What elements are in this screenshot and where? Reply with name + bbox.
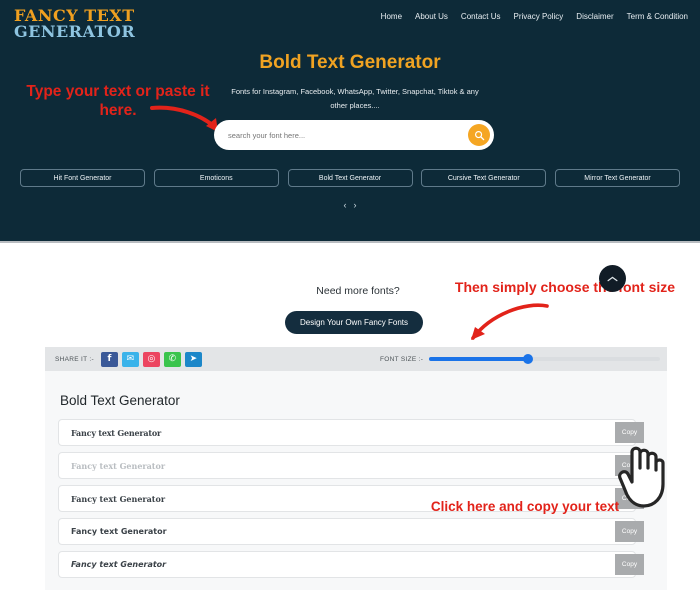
search-input[interactable] xyxy=(228,130,468,140)
page-title: Bold Text Generator xyxy=(259,52,441,73)
category-emoticons[interactable]: Emoticons xyxy=(153,169,279,187)
copy-button[interactable]: Copy xyxy=(615,422,644,443)
annotation-arrow-right xyxy=(471,303,549,340)
font-search-bar[interactable] xyxy=(214,120,494,150)
category-bold-text-generator[interactable]: Bold Text Generator xyxy=(287,169,413,187)
nav-item-about-us[interactable]: About Us xyxy=(415,12,448,21)
twitter-icon[interactable]: ✉ xyxy=(121,351,139,367)
font-result-row: Fancy text Generator Copy xyxy=(58,452,654,479)
copy-button[interactable]: Copy xyxy=(615,521,644,542)
font-size-control: FONT SIZE :- xyxy=(380,354,660,364)
category-button-row: Hit Font Generator Emoticons Bold Text G… xyxy=(20,169,680,187)
nav-item-privacy-policy[interactable]: Privacy Policy xyxy=(514,12,564,21)
category-hit-font-generator[interactable]: Hit Font Generator xyxy=(20,169,145,187)
search-button[interactable] xyxy=(468,124,490,146)
share-icon-group: f ✉ ◎ ✆ ➤ xyxy=(100,351,202,367)
font-size-slider[interactable] xyxy=(429,354,660,364)
main-navigation: Home About Us Contact Us Privacy Policy … xyxy=(381,12,688,21)
slider-thumb[interactable] xyxy=(523,354,534,364)
search-icon xyxy=(474,130,484,140)
share-label: SHARE IT :- xyxy=(55,355,94,363)
results-title: Bold Text Generator xyxy=(60,393,180,408)
design-own-fonts-button[interactable]: Design Your Own Fancy Fonts xyxy=(285,311,423,334)
logo-line-2: GENERATOR xyxy=(14,22,136,42)
font-result-row: Fancy text Generator Copy xyxy=(58,551,654,578)
slider-fill xyxy=(429,357,529,361)
copy-button[interactable]: Copy xyxy=(615,455,644,476)
category-cursive-text-generator[interactable]: Cursive Text Generator xyxy=(421,169,547,187)
hero-subtitle: Fonts for Instagram, Facebook, WhatsApp,… xyxy=(231,87,479,111)
chevron-up-icon xyxy=(607,276,618,281)
whatsapp-icon[interactable]: ✆ xyxy=(163,351,181,367)
nav-item-home[interactable]: Home xyxy=(381,12,402,21)
need-more-fonts-label: Need more fonts? xyxy=(316,285,400,297)
font-preview-text[interactable]: Fancy text Generator xyxy=(58,452,636,479)
site-logo[interactable]: FANCY TEXT GENERATOR xyxy=(14,7,136,42)
facebook-icon[interactable]: f xyxy=(100,351,118,367)
carousel-next-icon[interactable]: › xyxy=(354,200,357,210)
scroll-to-top-button[interactable] xyxy=(599,265,626,292)
telegram-icon[interactable]: ➤ xyxy=(184,351,202,367)
font-preview-text[interactable]: Fancy text Generator xyxy=(58,551,636,578)
font-preview-text[interactable]: Fancy text Generator xyxy=(58,518,636,545)
annotation-choose-font-size: Then simply choose the font size xyxy=(454,279,676,295)
nav-item-contact-us[interactable]: Contact Us xyxy=(461,12,501,21)
font-preview-text[interactable]: Fancy text Generator xyxy=(58,419,636,446)
instagram-icon[interactable]: ◎ xyxy=(142,351,160,367)
font-size-label: FONT SIZE :- xyxy=(380,355,424,363)
results-panel: SHARE IT :- f ✉ ◎ ✆ ➤ FONT SIZE :- Bold … xyxy=(45,347,667,590)
annotation-click-copy: Click here and copy your text xyxy=(430,499,620,514)
font-result-row: Fancy text Generator Copy xyxy=(58,518,654,545)
nav-item-disclaimer[interactable]: Disclaimer xyxy=(576,12,613,21)
panel-toolbar: SHARE IT :- f ✉ ◎ ✆ ➤ FONT SIZE :- xyxy=(45,347,667,371)
hero-section: FANCY TEXT GENERATOR Home About Us Conta… xyxy=(0,0,700,243)
font-result-row: Fancy text Generator Copy xyxy=(58,419,654,446)
category-mirror-text-generator[interactable]: Mirror Text Generator xyxy=(555,169,680,187)
copy-button[interactable]: Copy xyxy=(615,554,644,575)
carousel-navigation: ‹ › xyxy=(0,200,700,210)
nav-item-term-condition[interactable]: Term & Condition xyxy=(627,12,688,21)
carousel-prev-icon[interactable]: ‹ xyxy=(344,200,347,210)
